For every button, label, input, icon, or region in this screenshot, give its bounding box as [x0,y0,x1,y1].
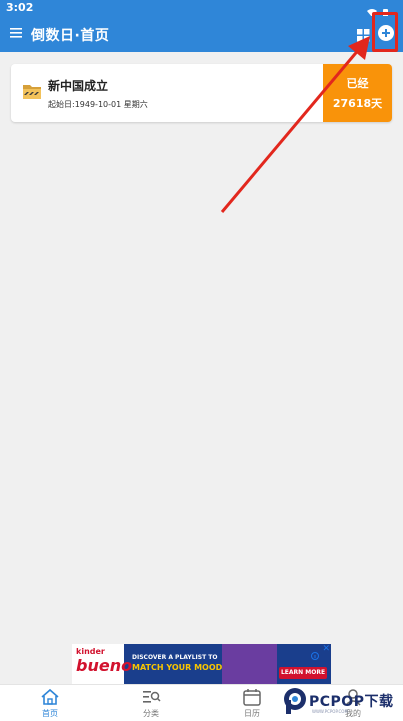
home-icon [41,688,59,705]
nav-home-label: 首页 [42,709,58,718]
calendar-icon [243,689,261,706]
ad-text-line2: MATCH YOUR MOOD [132,663,223,672]
ad-brand-small: kinder [76,647,105,656]
ad-close-icon[interactable]: ✕ [322,644,330,654]
category-search-icon [143,691,161,703]
event-card[interactable]: 新中国成立 起始日:1949-10-01 星期六 已经 27618天 [11,64,392,122]
status-bar: 3:02 [0,0,403,17]
grid-view-icon[interactable] [357,27,370,46]
nav-category-label: 分类 [143,709,159,718]
pcpop-logo-icon [284,688,306,714]
ad-info-icon[interactable] [311,645,319,660]
status-time: 3:02 [6,1,34,14]
highlight-box [372,12,398,52]
watermark-text: PCPOP下载 [309,694,394,710]
watermark: PCPOP下载 WWW.PCPOP.COM [282,684,403,720]
app-bar: 倒数日·首页 [0,16,403,52]
ad-brand-big: bueno [76,656,133,675]
nav-home[interactable]: 首页 [0,685,100,721]
badge-days: 27618天 [332,97,383,110]
ad-text-line1: DISCOVER A PLAYLIST TO [132,654,218,661]
page-title: 倒数日·首页 [31,28,110,44]
folder-icon [22,81,42,105]
days-badge: 已经 27618天 [323,64,392,122]
ad-banner[interactable]: kinder bueno DISCOVER A PLAYLIST TO MATC… [72,644,331,684]
event-name: 新中国成立 [48,79,109,93]
ad-cta-button[interactable]: LEARN MORE [279,667,327,679]
nav-category[interactable]: 分类 [101,685,201,721]
badge-label: 已经 [346,77,369,90]
event-start-date: 起始日:1949-10-01 星期六 [48,100,148,109]
menu-icon[interactable] [10,25,23,44]
watermark-small: WWW.PCPOP.COM [312,709,348,714]
